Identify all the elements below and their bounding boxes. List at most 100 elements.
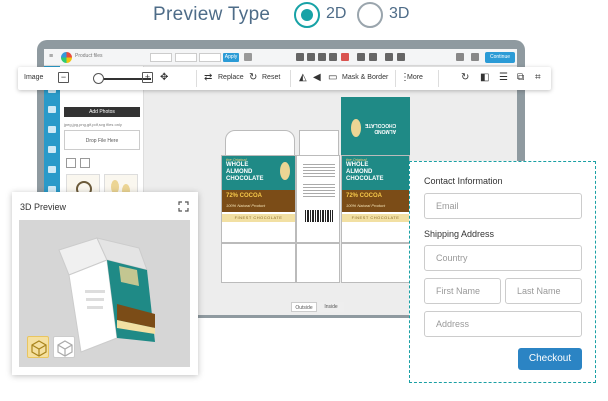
preview-type-heading: Preview Type <box>153 4 271 25</box>
design-preview-root: Preview Type 2D 3D ≡ Product files Apply <box>0 0 608 401</box>
grid-icon[interactable] <box>296 53 304 61</box>
qr-codes-tool-icon[interactable] <box>48 166 56 173</box>
bottom-flap-right <box>341 243 410 283</box>
checkout-button[interactable]: Checkout <box>518 348 582 370</box>
divider <box>395 70 396 87</box>
lid-name-line: ALMOND <box>374 128 397 134</box>
back-brand-block: the Original WHOLE ALMOND CHOCOLATE <box>342 156 409 190</box>
side-panel-barcode[interactable] <box>296 155 340 243</box>
size-select-3[interactable] <box>199 53 221 62</box>
apply-button[interactable]: Apply <box>223 53 239 62</box>
redo-icon[interactable] <box>369 53 377 61</box>
menu-icon[interactable]: ≡ <box>49 53 53 60</box>
app-logo <box>61 52 72 63</box>
replace-button[interactable]: Replace <box>218 74 244 81</box>
replace-icon[interactable]: ⇄ <box>204 72 212 84</box>
top-lid-panel[interactable]: ALMOND CHOCOLATE <box>341 97 410 157</box>
zoom-out-icon[interactable] <box>397 53 405 61</box>
mask-icon[interactable]: ▭ <box>328 72 337 84</box>
size-select-1[interactable] <box>150 53 172 62</box>
save-icon[interactable] <box>471 53 479 61</box>
size-select-2[interactable] <box>175 53 197 62</box>
barcode <box>305 210 333 222</box>
arrange-icon[interactable]: ⧉ <box>517 72 524 84</box>
drop-file-zone[interactable]: Drop File Here <box>64 130 140 150</box>
rotate-icon[interactable]: ↻ <box>461 72 469 84</box>
radio-3d-label[interactable]: 3D <box>389 5 409 23</box>
divider <box>438 70 439 87</box>
image-toolbar-label: Image <box>24 74 44 81</box>
object-tool-icon[interactable] <box>48 106 56 113</box>
paste-icon[interactable] <box>318 53 326 61</box>
layer-icon[interactable] <box>329 53 337 61</box>
divider <box>196 70 197 87</box>
radio-3d[interactable] <box>357 2 383 28</box>
contrast-icon[interactable]: ◧ <box>480 72 489 84</box>
editor-top-bar: ≡ Product files Apply Continue <box>44 49 517 66</box>
back-natural-text: 100% Natural Product <box>346 203 386 208</box>
front-panel[interactable]: the Original WHOLE ALMOND CHOCOLATE 72% … <box>221 155 296 243</box>
lid-name-line: CHOCOLATE <box>365 122 397 128</box>
crop-icon[interactable]: ⌗ <box>535 72 541 84</box>
last-name-field[interactable]: Last Name <box>505 278 582 304</box>
top-flap-mid <box>299 130 339 156</box>
shipping-heading: Shipping Address <box>424 229 495 239</box>
move-arrows-icon[interactable]: ✥ <box>160 72 168 84</box>
front-name-line2: ALMOND <box>226 169 253 175</box>
background-tool-icon[interactable] <box>48 146 56 153</box>
mobile-view-icon[interactable] <box>80 158 90 168</box>
reset-icon[interactable]: ↻ <box>249 72 257 84</box>
lid-product-name: ALMOND CHOCOLATE <box>365 122 396 134</box>
file-type-note: jpeg,jpg,png,gif,pdf,svg files only <box>64 122 122 127</box>
zoom-in-icon[interactable] <box>385 53 393 61</box>
radio-2d-label[interactable]: 2D <box>326 5 346 23</box>
front-name-line3: CHOCOLATE <box>226 176 264 182</box>
back-product-name: WHOLE ALMOND CHOCOLATE <box>346 162 384 183</box>
contact-heading: Contact Information <box>424 176 503 186</box>
reset-button[interactable]: Reset <box>262 74 280 81</box>
flip-horizontal-icon[interactable]: ◭ <box>299 72 307 84</box>
templates-tool-icon[interactable] <box>48 126 56 133</box>
back-name-line1: WHOLE <box>346 162 369 168</box>
view-3d-wire-button[interactable] <box>53 336 75 358</box>
email-field[interactable]: Email <box>424 193 582 219</box>
country-field[interactable]: Country <box>424 245 582 271</box>
trash-icon[interactable] <box>244 53 252 61</box>
radio-2d[interactable] <box>294 2 320 28</box>
back-icon[interactable] <box>456 53 464 61</box>
address-field[interactable]: Address <box>424 311 582 337</box>
front-name-line1: WHOLE <box>226 162 249 168</box>
back-panel[interactable]: the Original WHOLE ALMOND CHOCOLATE 72% … <box>341 155 410 243</box>
box-icon <box>31 340 47 357</box>
flip-vertical-icon[interactable]: ◀ <box>313 72 321 84</box>
align-icon[interactable]: ☰ <box>499 72 508 84</box>
copy-icon[interactable] <box>307 53 315 61</box>
add-photos-button[interactable]: Add Photos <box>64 107 140 117</box>
expand-icon[interactable] <box>178 201 189 212</box>
tab-inside[interactable]: Inside <box>318 302 344 312</box>
continue-button[interactable]: Continue <box>485 52 515 63</box>
bottom-flap-left <box>221 243 296 283</box>
desktop-view-icon[interactable] <box>66 158 76 168</box>
zoom-in-button[interactable]: + <box>142 72 153 83</box>
mask-border-button[interactable]: Mask & Border <box>342 74 388 81</box>
view-3d-box-button[interactable] <box>27 336 49 358</box>
first-name-field[interactable]: First Name <box>424 278 501 304</box>
top-flap-left <box>225 130 295 156</box>
back-cocoa-text: 72% COCOA <box>346 193 383 199</box>
undo-icon[interactable] <box>357 53 365 61</box>
nutrition-text <box>303 184 335 198</box>
delete-icon[interactable] <box>341 53 349 61</box>
back-name-line2: ALMOND <box>346 169 373 175</box>
more-button[interactable]: More <box>407 74 423 81</box>
preview-3d-card: 3D Preview <box>12 192 198 375</box>
front-natural-text: 100% Natural Product <box>226 203 266 208</box>
ingredients-text <box>303 164 335 178</box>
almond-graphic <box>280 162 290 180</box>
image-scale-slider-handle[interactable] <box>93 73 104 84</box>
zoom-out-button[interactable]: − <box>58 72 69 83</box>
preview-3d-viewport[interactable] <box>19 220 190 367</box>
divider <box>290 70 291 87</box>
almond-graphic <box>351 119 361 137</box>
tab-outside[interactable]: Outside <box>291 302 317 312</box>
